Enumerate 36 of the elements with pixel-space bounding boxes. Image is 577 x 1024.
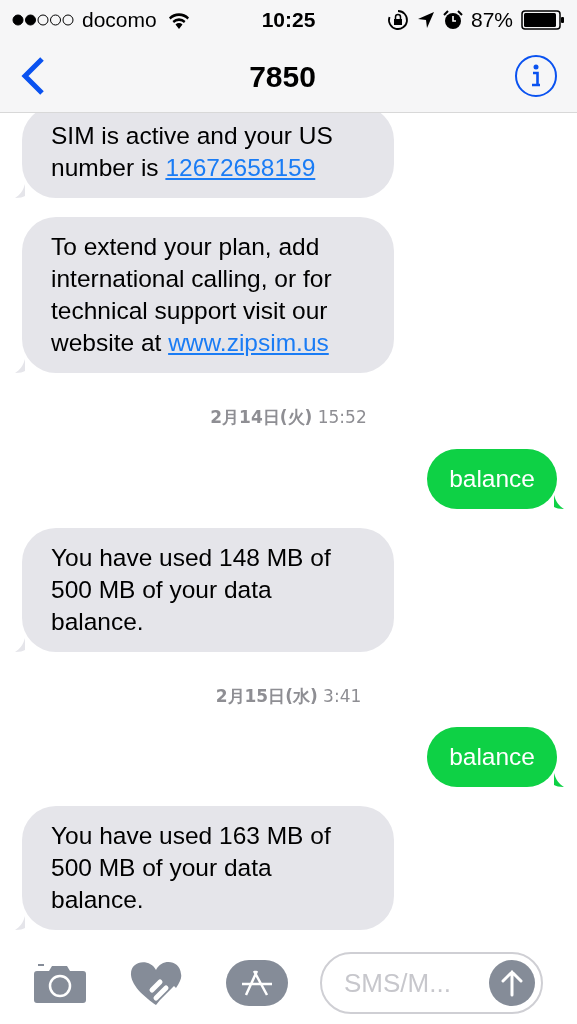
timestamp: 2月15日(水) 3:41 xyxy=(215,684,362,708)
send-button[interactable] xyxy=(489,960,535,1006)
up-arrow-icon xyxy=(501,969,523,997)
message-bubble: You have used 148 MB of 500 MB of your data balance. xyxy=(22,527,394,652)
app-store-button[interactable] xyxy=(226,960,288,1006)
back-chevron-icon xyxy=(20,56,46,96)
digital-touch-button[interactable] xyxy=(130,960,182,1006)
message-field[interactable]: SMS/M... xyxy=(344,963,489,1003)
clock-time: 10:25 xyxy=(261,7,316,34)
message-bubble: To extend your plan, add international calling, or for technical support visit our website at www.zipsim.us xyxy=(22,217,394,373)
wifi-icon xyxy=(167,11,190,29)
rotation-lock-icon xyxy=(386,9,409,31)
message-bubble: balance xyxy=(427,448,557,509)
bubble-tail-icon xyxy=(554,494,564,509)
message-input[interactable]: SMS/M... xyxy=(320,952,543,1014)
bubble-tail-icon xyxy=(15,184,25,198)
link[interactable]: www.zipsim.us xyxy=(168,329,329,356)
timestamp: 2月14日(火) 15:52 xyxy=(210,406,367,429)
message-bubble: SIM is active and your US number is 12672658159 xyxy=(22,113,394,198)
bubble-tail-icon xyxy=(15,637,25,652)
bubble-tail-icon xyxy=(554,773,564,787)
carrier-name: docomo xyxy=(82,7,157,34)
info-button[interactable] xyxy=(515,55,557,97)
battery-icon xyxy=(521,10,565,30)
link[interactable]: 12672658159 xyxy=(165,154,316,181)
conversation-title: 7850 xyxy=(249,58,316,95)
signal-icon xyxy=(12,14,74,26)
bubble-tail-icon xyxy=(15,916,25,930)
message-bubble: balance xyxy=(427,727,557,787)
message-bubble: You have used 163 MB of 500 MB of your data balance. xyxy=(22,806,394,930)
location-arrow-icon xyxy=(416,11,435,29)
camera-button[interactable] xyxy=(34,963,86,1003)
alarm-clock-icon xyxy=(442,10,463,30)
info-icon xyxy=(530,64,542,88)
bubble-tail-icon xyxy=(15,359,25,373)
battery-percent: 87% xyxy=(470,7,513,34)
